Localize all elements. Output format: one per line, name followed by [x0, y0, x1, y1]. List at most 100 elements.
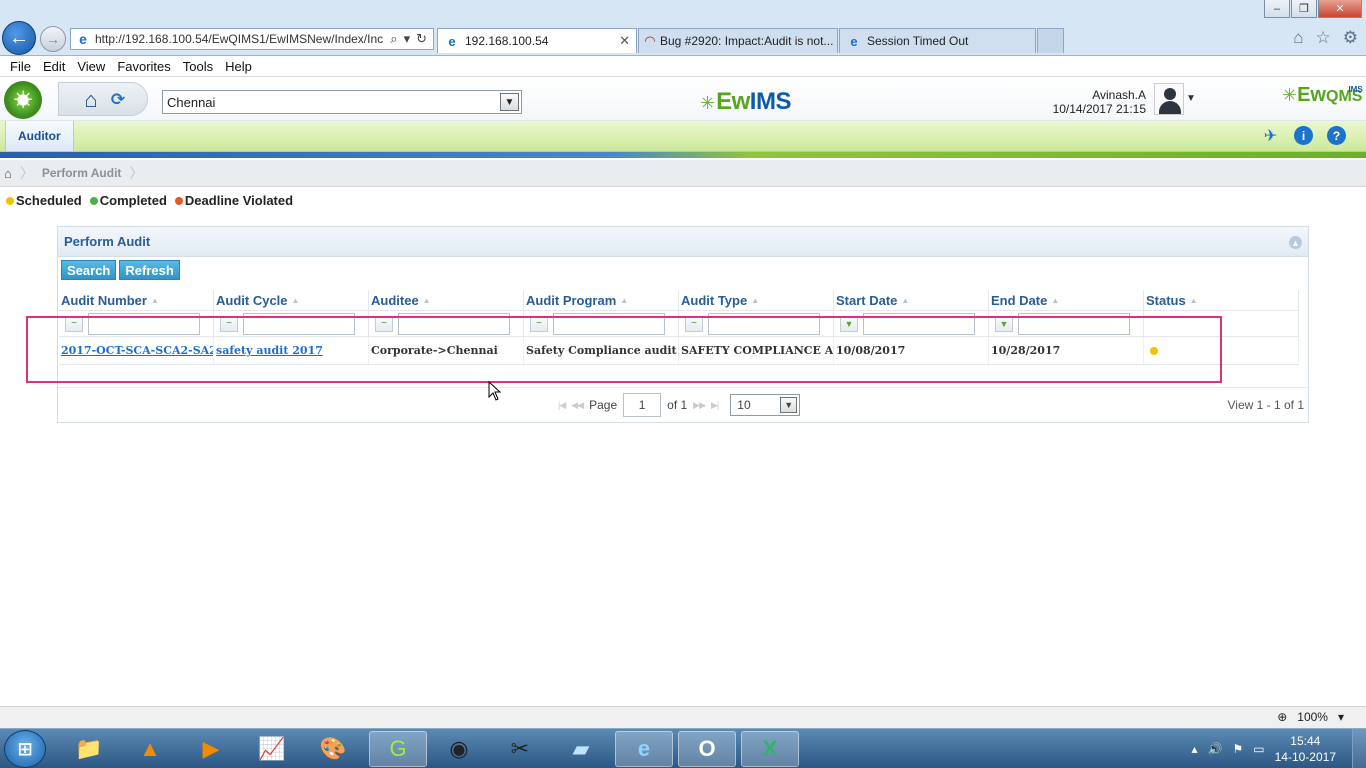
vlc-taskbar-icon[interactable]: ▲ — [121, 731, 179, 767]
menu-favorites[interactable]: Favorites — [111, 59, 176, 74]
network-icon[interactable]: ⚑ — [1233, 742, 1244, 756]
first-page-icon[interactable]: |◀ — [558, 400, 566, 411]
chevron-down-icon[interactable]: ▼ — [500, 93, 519, 111]
column-audit-number[interactable]: Audit Number ▲ — [59, 290, 214, 310]
minimize-button[interactable]: – — [1264, 0, 1290, 18]
close-tab-icon[interactable]: ✕ — [619, 33, 630, 49]
refresh-button[interactable]: Refresh — [119, 260, 180, 280]
system-tray: ▴ 🔊 ⚑ ▭ 15:44 14-10-2017 — [1192, 733, 1336, 765]
menu-help[interactable]: Help — [219, 59, 258, 74]
sort-icon: ▲ — [150, 295, 159, 305]
breadcrumb: ⌂ 〉 Perform Audit 〉 — [0, 160, 1366, 187]
notes-taskbar-icon[interactable]: ▰ — [552, 731, 610, 767]
clock-time: 15:44 — [1290, 734, 1321, 748]
volume-icon[interactable]: 🔊 — [1208, 742, 1223, 756]
tab-auditor[interactable]: Auditor — [5, 121, 74, 152]
panel-header: Perform Audit ▲ — [58, 227, 1308, 257]
column-label: Audit Type — [681, 292, 748, 308]
outlook-taskbar-icon[interactable]: O — [678, 731, 736, 767]
menu-file[interactable]: File — [4, 59, 37, 74]
ewqms-logo: ✳ Ew QMS IMS — [1282, 84, 1366, 107]
help-icon[interactable]: ? — [1327, 126, 1346, 145]
ie-taskbar-icon[interactable]: e — [615, 731, 673, 767]
start-button[interactable]: ⊞ — [4, 730, 46, 768]
pin-icon[interactable]: ✈ — [1261, 126, 1280, 145]
greenshot-taskbar-icon[interactable]: G — [369, 731, 427, 767]
favorites-star-icon[interactable]: ☆ — [1316, 28, 1331, 48]
next-page-icon[interactable]: ▶▶ — [693, 400, 706, 411]
column-audit-cycle[interactable]: Audit Cycle ▲ — [214, 290, 369, 310]
menu-view[interactable]: View — [71, 59, 111, 74]
column-status[interactable]: Status ▲ — [1144, 290, 1299, 310]
grid-header: Audit Number ▲ Audit Cycle ▲ Auditee ▲ Audi… — [59, 290, 1299, 310]
refresh-icon[interactable]: ⟳ — [108, 90, 128, 110]
taskbar-clock[interactable]: 15:44 14-10-2017 — [1275, 733, 1336, 765]
chart-app-taskbar-icon[interactable]: 📈 — [243, 731, 301, 767]
app-logo[interactable]: ✳ — [4, 81, 42, 119]
last-page-icon[interactable]: ▶| — [711, 400, 719, 411]
sort-icon: ▲ — [422, 295, 431, 305]
tab-current[interactable]: e 192.168.100.54 ✕ — [437, 28, 637, 53]
panel-toolbar: Search Refresh — [61, 260, 180, 280]
menu-tools[interactable]: Tools — [177, 59, 219, 74]
logo-star-icon: ✳ — [1282, 85, 1298, 105]
action-center-icon[interactable]: ▭ — [1253, 742, 1264, 756]
chevron-down-icon[interactable]: ▾ — [1338, 710, 1344, 724]
column-label: Auditee — [371, 292, 419, 308]
user-avatar[interactable] — [1154, 83, 1184, 115]
paint-taskbar-icon[interactable]: 🎨 — [304, 731, 362, 767]
home-icon[interactable]: ⌂ — [4, 166, 12, 181]
column-start-date[interactable]: Start Date ▲ — [834, 290, 989, 310]
collapse-icon[interactable]: ▲ — [1289, 236, 1302, 249]
new-tab-button[interactable] — [1037, 28, 1064, 53]
completed-dot-icon — [89, 196, 98, 205]
sort-icon: ▲ — [901, 295, 910, 305]
tray-expand-icon[interactable]: ▴ — [1192, 742, 1198, 756]
brand-right-ims: IMS — [1348, 85, 1363, 94]
chevron-down-icon[interactable]: ▼ — [780, 397, 798, 413]
excel-taskbar-icon[interactable]: X — [741, 731, 799, 767]
page-number-input[interactable]: 1 — [623, 393, 662, 417]
tab-label: 192.168.100.54 — [465, 34, 549, 48]
search-button[interactable]: Search — [61, 260, 117, 280]
tab-bug[interactable]: ◠ Bug #2920: Impact:Audit is not... — [638, 28, 838, 53]
browser-titlebar: – ❐ ✕ ← → e http://192.168.100.54/EwQIMS… — [0, 0, 1366, 56]
tab-label: Bug #2920: Impact:Audit is not... — [660, 34, 834, 48]
home-icon[interactable]: ⌂ — [80, 87, 102, 112]
address-url[interactable]: http://192.168.100.54/EwQIMS1/EwIMSNew/I… — [95, 32, 386, 46]
zoom-icon: ⊕ — [1277, 710, 1288, 724]
column-audit-type[interactable]: Audit Type ▲ — [679, 290, 834, 310]
home-icon[interactable]: ⌂ — [1293, 28, 1303, 48]
media-player-taskbar-icon[interactable]: ▶ — [182, 731, 240, 767]
prev-page-icon[interactable]: ◀◀ — [571, 400, 584, 411]
address-bar[interactable]: e http://192.168.100.54/EwQIMS1/EwIMSNew… — [70, 28, 434, 50]
column-end-date[interactable]: End Date ▲ — [989, 290, 1144, 310]
page-label: Page — [589, 398, 618, 412]
tab-session[interactable]: e Session Timed Out — [839, 28, 1036, 53]
menu-edit[interactable]: Edit — [37, 59, 71, 74]
breadcrumb-separator: 〉 — [129, 165, 144, 181]
column-audit-program[interactable]: Audit Program ▲ — [524, 290, 679, 310]
user-info: Avinash.A 10/14/2017 21:15 — [1053, 88, 1146, 116]
settings-gear-icon[interactable]: ⚙ — [1343, 28, 1358, 48]
close-window-button[interactable]: ✕ — [1318, 0, 1362, 18]
page-size-select[interactable]: 10 ▼ — [730, 394, 801, 416]
dropdown-icon[interactable]: ▾ — [404, 31, 411, 47]
tab-label: Session Timed Out — [867, 34, 969, 48]
sort-icon: ▲ — [620, 295, 629, 305]
search-icon[interactable]: ⌕ — [390, 31, 397, 47]
snipping-tool-taskbar-icon[interactable]: ✂ — [491, 731, 549, 767]
back-button[interactable]: ← — [2, 21, 36, 55]
location-select[interactable]: Chennai ▼ — [162, 90, 522, 114]
status-legend: Scheduled Completed Deadline Violated — [6, 193, 297, 208]
column-auditee[interactable]: Auditee ▲ — [369, 290, 524, 310]
maximize-button[interactable]: ❐ — [1291, 0, 1317, 18]
show-desktop-button[interactable] — [1352, 729, 1366, 768]
info-icon[interactable]: i — [1294, 126, 1313, 145]
forward-button[interactable]: → — [40, 26, 66, 52]
chrome-taskbar-icon[interactable]: ◉ — [430, 731, 488, 767]
zoom-control[interactable]: ⊕ 100% ▾ — [1277, 710, 1344, 724]
refresh-icon[interactable]: ↻ — [416, 31, 427, 47]
explorer-taskbar-icon[interactable]: 📁 — [60, 731, 118, 767]
chevron-down-icon[interactable]: ▼ — [1186, 93, 1196, 104]
